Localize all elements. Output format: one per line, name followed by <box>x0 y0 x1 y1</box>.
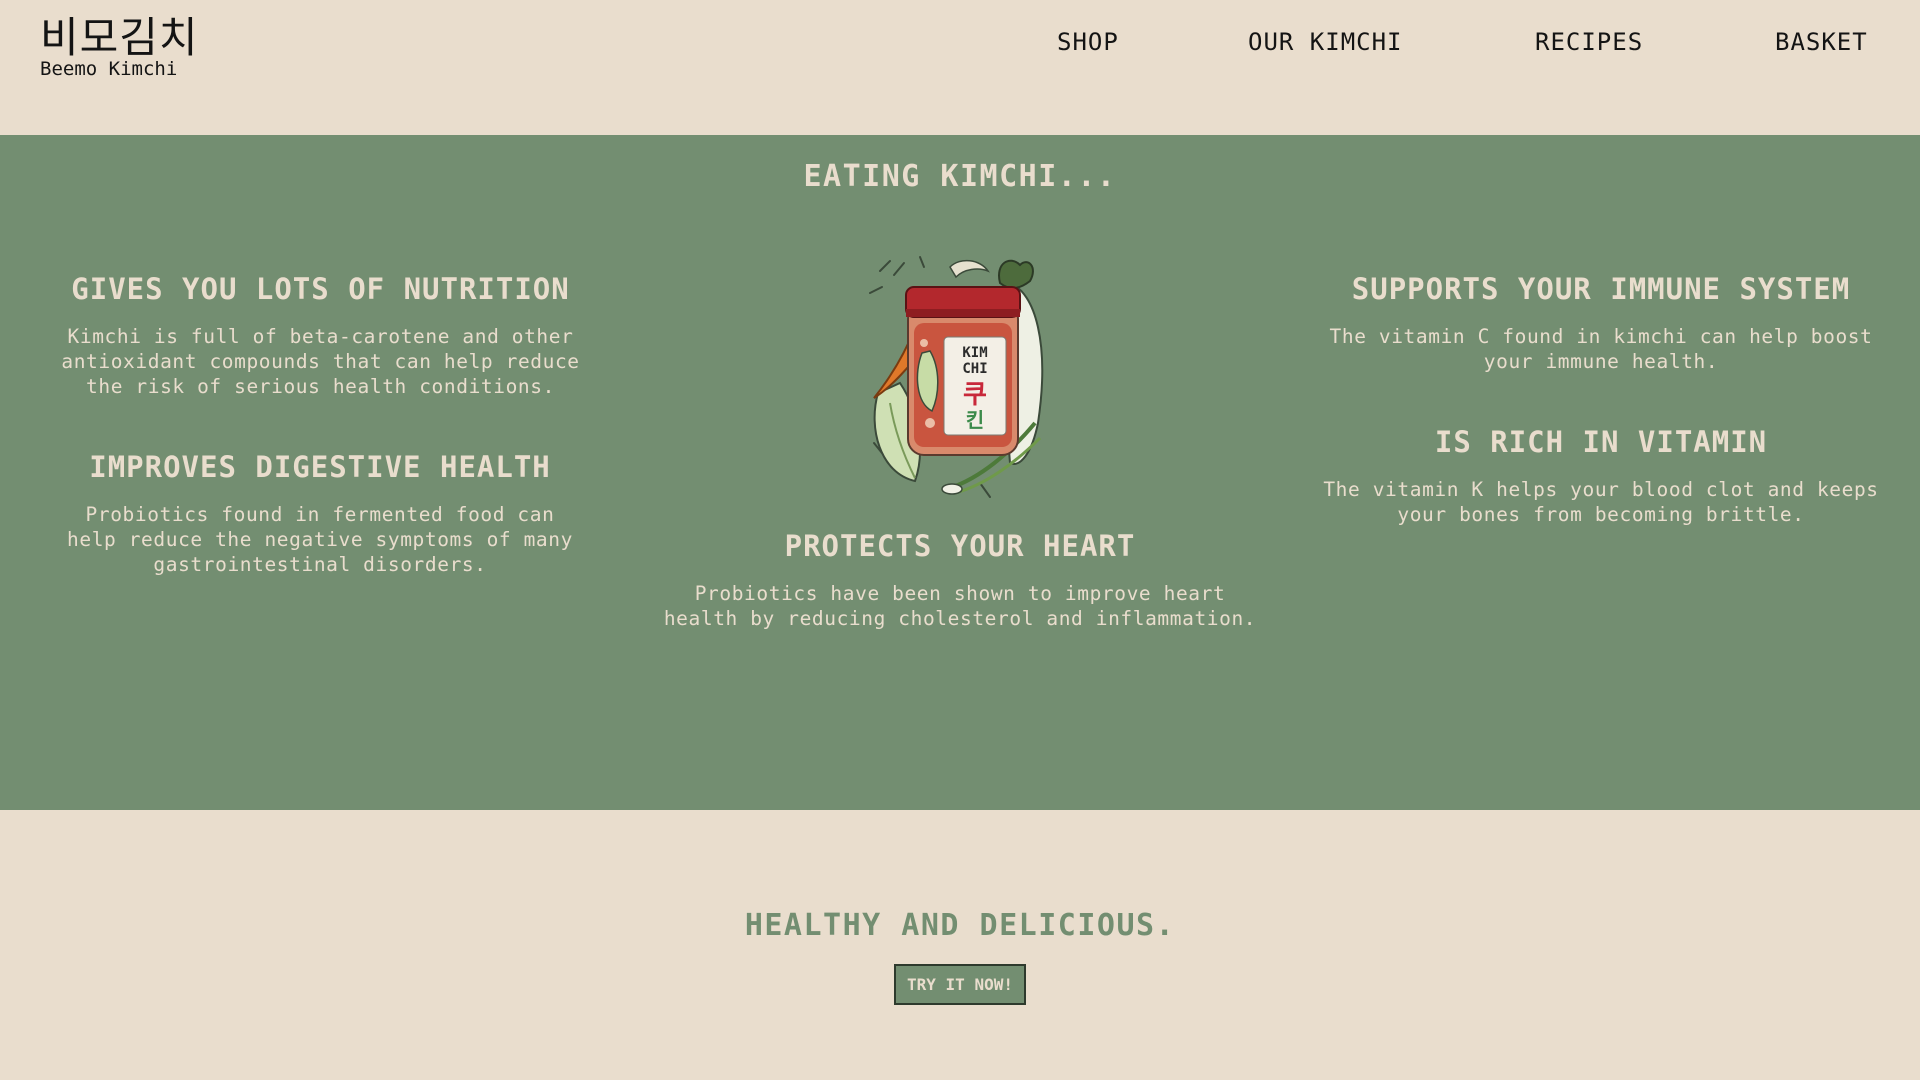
nav-our-kimchi[interactable]: OUR KIMCHI <box>1248 28 1403 56</box>
brand-logo-korean[interactable]: 비모김치 <box>40 4 199 65</box>
section-title: EATING KIMCHI... <box>803 159 1117 194</box>
kimchi-jar-image: KIM CHI 쿠 킨 <box>869 256 1044 498</box>
benefit-text: Kimchi is full of beta-carotene and othe… <box>61 325 580 398</box>
benefit-heading: PROTECTS YOUR HEART <box>784 529 1136 563</box>
site-header: 비모김치 Beemo Kimchi SHOP OUR KIMCHI RECIPE… <box>0 0 1920 135</box>
nav-basket[interactable]: BASKET <box>1775 28 1868 56</box>
jar-label-korean: 킨 <box>966 408 984 432</box>
try-it-now-button[interactable]: TRY IT NOW! <box>894 964 1026 1005</box>
jar-label-korean: 쿠 <box>963 380 987 410</box>
benefit-heading: SUPPORTS YOUR IMMUNE SYSTEM <box>1351 272 1851 306</box>
benefits-section: EATING KIMCHI... GIVES YOU LOTS OF NUTRI… <box>0 135 1920 810</box>
benefit-text: Probiotics found in fermented food can h… <box>67 503 573 576</box>
benefit-heading: GIVES YOU LOTS OF NUTRITION <box>71 272 570 306</box>
benefit-heading: IS RICH IN VITAMIN <box>1434 425 1768 459</box>
benefit-text: The vitamin C found in kimchi can help b… <box>1329 325 1873 373</box>
jar-label-text: KIM <box>962 345 987 361</box>
nav-shop[interactable]: SHOP <box>1057 28 1119 56</box>
benefit-heart: PROTECTS YOUR HEART Probiotics have been… <box>660 529 1260 631</box>
jar-label-text: CHI <box>962 361 987 377</box>
benefit-digestive: IMPROVES DIGESTIVE HEALTH Probiotics fou… <box>55 450 585 577</box>
benefit-text: The vitamin K helps your blood clot and … <box>1323 478 1879 526</box>
benefit-heading: IMPROVES DIGESTIVE HEALTH <box>89 450 551 484</box>
benefit-text: Probiotics have been shown to improve he… <box>663 582 1257 630</box>
cta-title: HEALTHY AND DELICIOUS. <box>744 908 1176 943</box>
benefit-immune: SUPPORTS YOUR IMMUNE SYSTEM The vitamin … <box>1320 272 1882 374</box>
brand-name[interactable]: Beemo Kimchi <box>40 58 177 80</box>
nav-recipes[interactable]: RECIPES <box>1535 28 1643 56</box>
benefit-vitamin: IS RICH IN VITAMIN The vitamin K helps y… <box>1320 425 1882 527</box>
benefit-nutrition: GIVES YOU LOTS OF NUTRITION Kimchi is fu… <box>38 272 603 399</box>
